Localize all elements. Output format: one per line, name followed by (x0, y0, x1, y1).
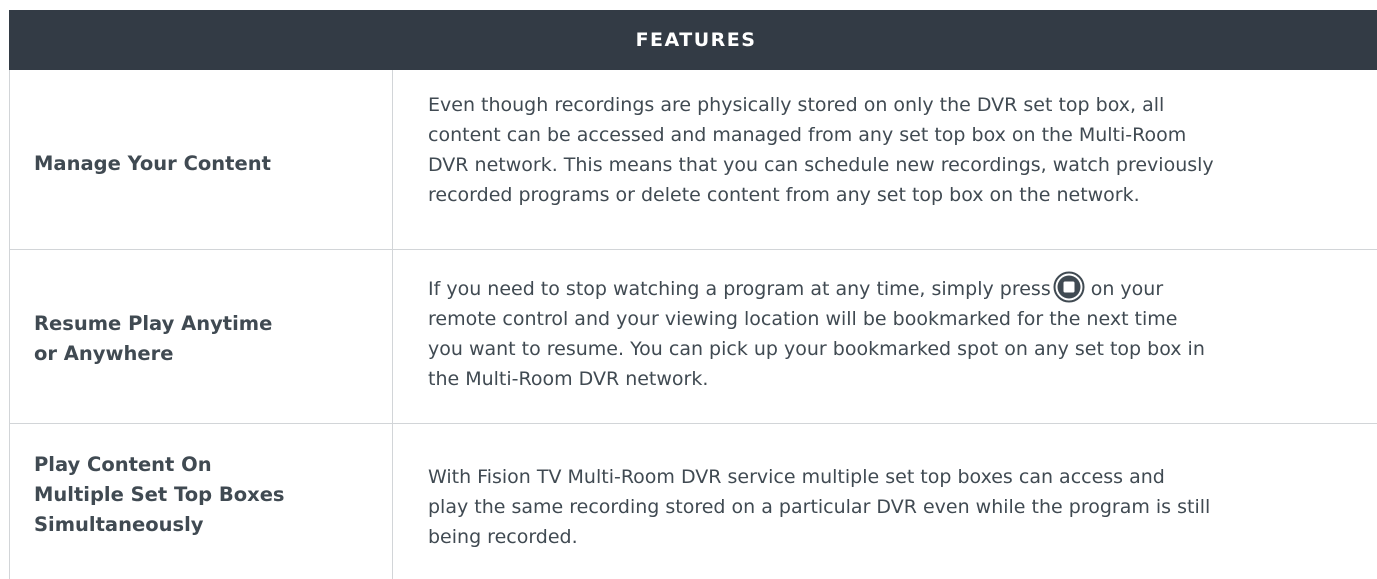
description-line: play the same recording stored on a part… (428, 496, 1211, 518)
description-line: Even though recordings are physically st… (428, 94, 1165, 116)
feature-title-cell: Play Content On Multiple Set Top Boxes S… (10, 424, 393, 579)
feature-title-line: Play Content On (34, 453, 212, 476)
feature-title-line: Resume Play Anytime (34, 311, 273, 335)
feature-title: Resume Play Anytime or Anywhere (34, 305, 272, 369)
feature-title: Manage Your Content (34, 141, 271, 179)
header-title: FEATURES (635, 29, 757, 51)
description-line: being recorded. (428, 526, 578, 548)
feature-description-cell: With Fision TV Multi-Room DVR service mu… (393, 424, 1377, 579)
feature-description-cell: Even though recordings are physically st… (393, 70, 1377, 249)
description-line: recorded programs or delete content from… (428, 184, 1140, 206)
description-line: the Multi-Room DVR network. (428, 368, 709, 390)
description-line: remote control and your viewing location… (428, 308, 1178, 330)
feature-description-cell: If you need to stop watching a program a… (393, 250, 1377, 423)
stop-button-icon (1053, 271, 1085, 303)
table-row: Manage Your Content Even though recordin… (9, 70, 1377, 250)
feature-description: Even though recordings are physically st… (428, 90, 1372, 210)
description-text-after-icon: on your (1090, 278, 1164, 300)
description-line: DVR network. This means that you can sch… (428, 154, 1214, 176)
table-row: Play Content On Multiple Set Top Boxes S… (9, 424, 1377, 579)
description-line: With Fision TV Multi-Room DVR service mu… (428, 466, 1165, 488)
table-header: FEATURES (9, 10, 1377, 70)
feature-title-line: Multiple Set Top Boxes (34, 483, 285, 506)
feature-title-line: Simultaneously (34, 513, 204, 536)
feature-description: If you need to stop watching a program a… (428, 271, 1372, 394)
feature-title-line: or Anywhere (34, 341, 174, 365)
feature-title: Play Content On Multiple Set Top Boxes S… (34, 450, 285, 540)
description-line: content can be accessed and managed from… (428, 124, 1187, 146)
feature-title-cell: Resume Play Anytime or Anywhere (10, 250, 393, 423)
table-row: Resume Play Anytime or Anywhere If you n… (9, 250, 1377, 424)
feature-description: With Fision TV Multi-Room DVR service mu… (428, 462, 1372, 552)
description-text-before-icon: If you need to stop watching a program a… (428, 278, 1051, 300)
description-line: If you need to stop watching a program a… (428, 271, 1372, 304)
features-table: FEATURES Manage Your Content Even though… (9, 10, 1377, 579)
feature-title-cell: Manage Your Content (10, 70, 393, 249)
description-line: you want to resume. You can pick up your… (428, 338, 1205, 360)
feature-title-line: Manage Your Content (34, 151, 271, 175)
